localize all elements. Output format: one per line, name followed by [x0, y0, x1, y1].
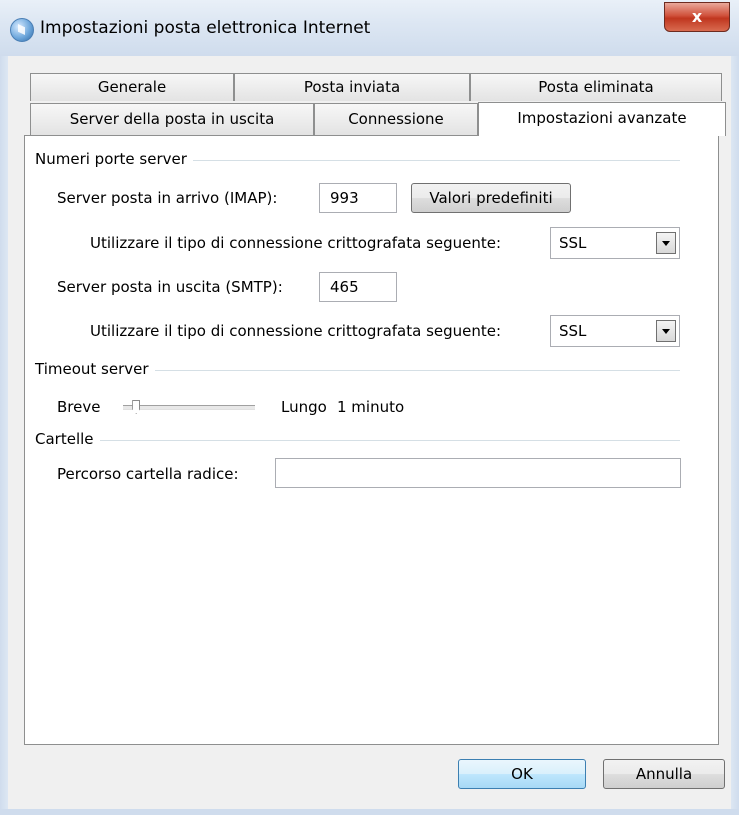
timeout-long-label: Lungo	[281, 398, 327, 416]
tab-panel-advanced: Numeri porte server Server posta in arri…	[24, 135, 719, 745]
incoming-encryption-value: SSL	[559, 234, 587, 252]
group-label-server-ports: Numeri porte server	[35, 150, 193, 168]
tab-posta-inviata[interactable]: Posta inviata	[234, 73, 470, 101]
cancel-button[interactable]: Annulla	[603, 759, 725, 789]
title-bar[interactable]: Impostazioni posta elettronica Internet …	[0, 0, 739, 56]
root-path-input[interactable]	[275, 458, 681, 488]
incoming-server-label: Server posta in arrivo (IMAP):	[57, 189, 278, 207]
tab-server-posta-uscita[interactable]: Server della posta in uscita	[30, 103, 314, 135]
incoming-encryption-select[interactable]: SSL	[550, 227, 680, 259]
group-label-timeout: Timeout server	[35, 360, 155, 378]
chevron-down-icon[interactable]	[656, 320, 676, 342]
window-title: Impostazioni posta elettronica Internet	[40, 18, 371, 38]
tab-connessione[interactable]: Connessione	[314, 103, 478, 135]
timeout-slider-track[interactable]	[123, 405, 255, 410]
chevron-down-icon[interactable]	[656, 232, 676, 254]
dialog-window: Impostazioni posta elettronica Internet …	[0, 0, 739, 815]
window-frame-right	[731, 56, 739, 815]
tab-posta-eliminata[interactable]: Posta eliminata	[470, 73, 722, 101]
tab-impostazioni-avanzate[interactable]: Impostazioni avanzate	[478, 102, 726, 136]
ok-button[interactable]: OK	[458, 759, 586, 789]
group-label-folders: Cartelle	[35, 430, 100, 448]
outgoing-encryption-value: SSL	[559, 322, 587, 340]
incoming-port-input[interactable]: 993	[319, 183, 397, 213]
outgoing-encryption-select[interactable]: SSL	[550, 315, 680, 347]
outgoing-encryption-label: Utilizzare il tipo di connessione critto…	[90, 322, 502, 340]
default-values-button[interactable]: Valori predefiniti	[411, 183, 571, 213]
incoming-encryption-label: Utilizzare il tipo di connessione critto…	[90, 234, 502, 252]
window-frame-bottom	[0, 809, 739, 815]
root-path-label: Percorso cartella radice:	[57, 465, 239, 483]
group-divider	[35, 440, 680, 441]
tab-generale[interactable]: Generale	[30, 73, 234, 101]
timeout-slider-thumb[interactable]	[132, 400, 141, 414]
outgoing-port-input[interactable]: 465	[319, 272, 397, 302]
close-button[interactable]: x	[664, 2, 730, 32]
window-frame-left	[0, 56, 8, 815]
mail-settings-icon	[10, 18, 34, 42]
timeout-value: 1 minuto	[337, 398, 405, 416]
timeout-short-label: Breve	[57, 398, 101, 416]
outgoing-server-label: Server posta in uscita (SMTP):	[57, 278, 283, 296]
